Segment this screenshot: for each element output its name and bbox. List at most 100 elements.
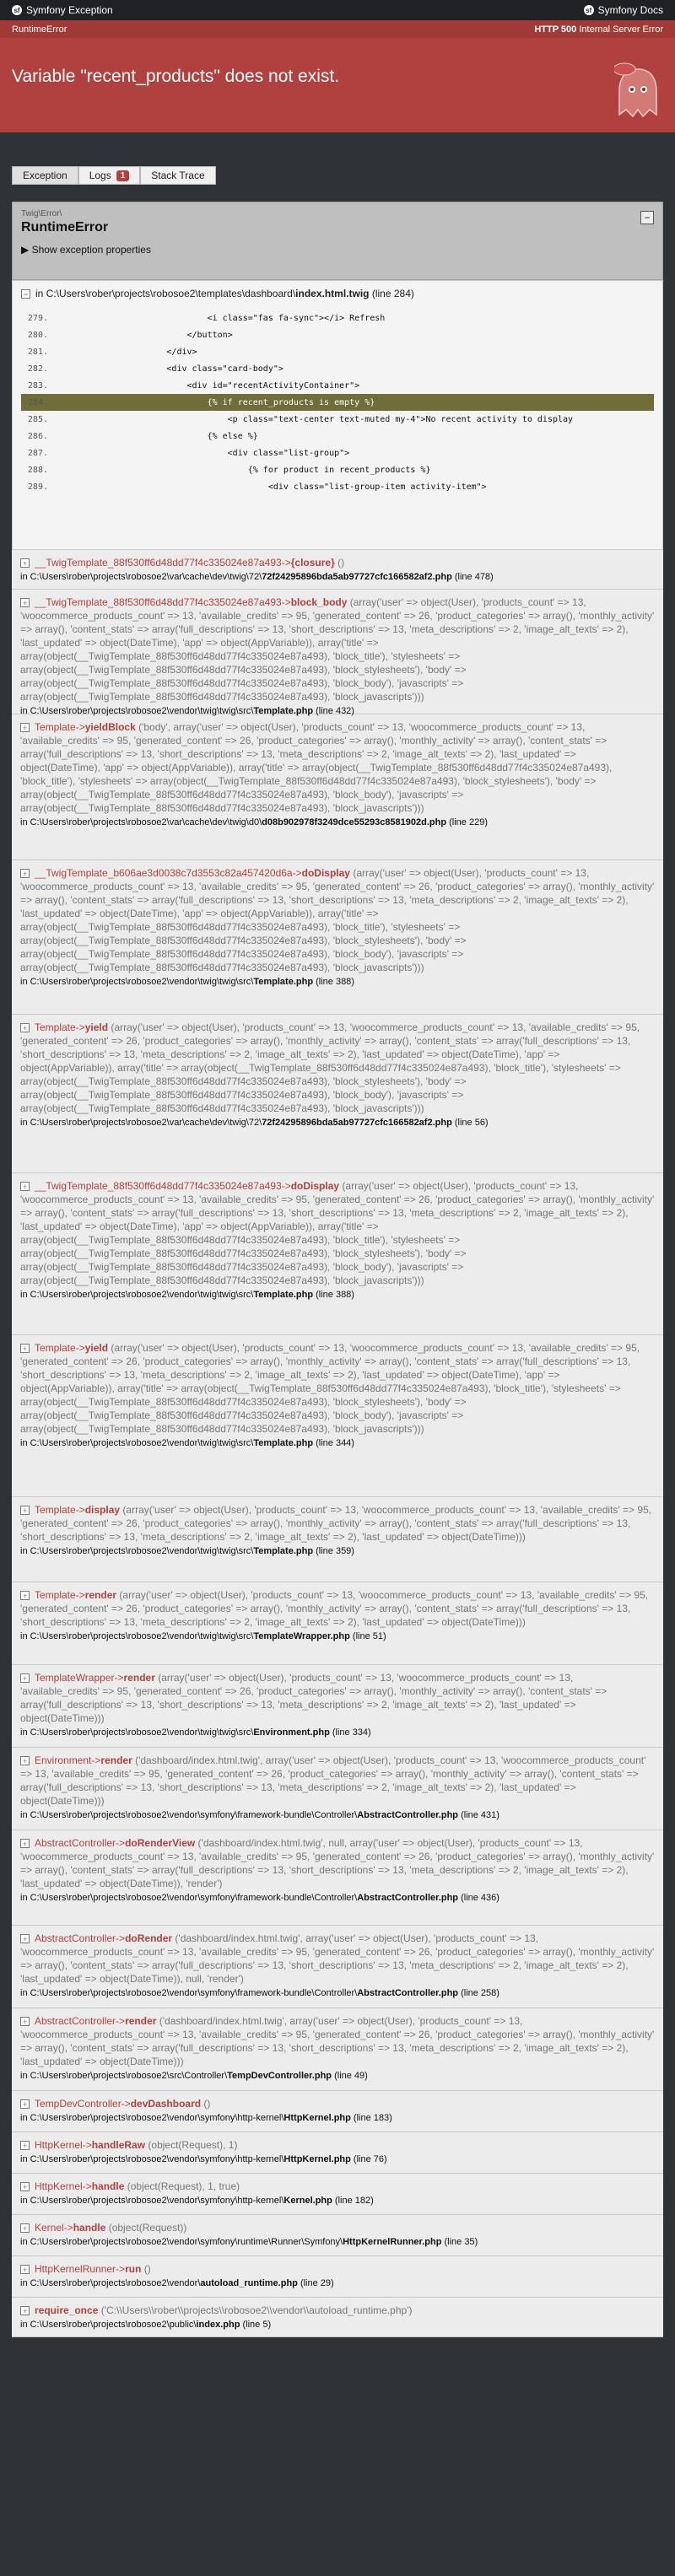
trace-entry[interactable]: + HttpKernelRunner->run () in C:\Users\rob… xyxy=(12,2256,663,2298)
trace-entry[interactable]: + HttpKernel->handle (object(Request), 1,… xyxy=(12,2174,663,2215)
tab-logs[interactable]: Logs 1 xyxy=(78,166,141,185)
trace-class: TempDevController xyxy=(35,2098,122,2110)
expand-icon[interactable]: + xyxy=(20,1506,30,1516)
expand-icon[interactable]: + xyxy=(20,558,30,569)
expand-icon[interactable]: + xyxy=(20,1756,30,1766)
trace-class: HttpKernel xyxy=(35,2139,83,2151)
code-line: 279. <i class="fas fa-sync"></i> Refresh xyxy=(21,310,654,326)
trace-entry[interactable]: + Template->yield (array('user' => object… xyxy=(12,1335,663,1497)
trace-arrow: -> xyxy=(75,1504,85,1516)
expand-icon[interactable]: + xyxy=(20,598,30,608)
trace-entry[interactable]: + AbstractController->doRender ('dashboar… xyxy=(12,1926,663,2008)
trace-args: () xyxy=(334,557,345,569)
collapse-toggle-icon[interactable]: − xyxy=(21,289,30,299)
trace-call: + __TwigTemplate_88f530ff6d48dd77f4c33502… xyxy=(20,556,655,569)
trace-path: in C:\Users\rober\projects\robosoe2\var\… xyxy=(20,817,262,827)
trace-arrow: -> xyxy=(75,1021,85,1033)
trace-path: in C:\Users\rober\projects\robosoe2\var\… xyxy=(20,1118,262,1128)
expand-icon[interactable]: + xyxy=(20,1673,30,1684)
expand-icon[interactable]: + xyxy=(20,723,30,733)
tab-stack-trace[interactable]: Stack Trace xyxy=(140,166,216,185)
docs-link[interactable]: sf Symfony Docs xyxy=(583,4,663,16)
trace-entry[interactable]: + Template->yield (array('user' => object… xyxy=(12,1015,663,1173)
trace-entry[interactable]: + __TwigTemplate_88f530ff6d48dd77f4c33502… xyxy=(12,590,663,716)
trace-location: in C:\Users\rober\projects\robosoe2\publ… xyxy=(20,2318,655,2331)
trace-path: in C:\Users\rober\projects\robosoe2\vend… xyxy=(20,2278,201,2288)
trace-file: d08b902978f3249dce55293c8581902d.php xyxy=(262,817,447,827)
trace-file: Template.php xyxy=(253,1546,314,1556)
trace-entry[interactable]: + TempDevController->devDashboard () in C:… xyxy=(12,2091,663,2132)
trace-location: in C:\Users\rober\projects\robosoe2\vend… xyxy=(20,2277,655,2290)
exception-namespace: Twig\Error\ xyxy=(21,209,62,218)
trace-args: (object(Request)) xyxy=(105,2222,187,2234)
trace-file: AbstractController.php xyxy=(357,1893,459,1903)
trace-entry[interactable]: + require_once ('C:\\Users\\rober\\projec… xyxy=(12,2298,663,2337)
trace-path: in C:\Users\rober\projects\robosoe2\vend… xyxy=(20,1546,254,1556)
expand-icon[interactable]: + xyxy=(20,2099,30,2110)
expand-icon[interactable]: + xyxy=(20,2182,30,2192)
line-number: 285. xyxy=(27,414,48,424)
show-properties-toggle[interactable]: ▶ Show exception properties xyxy=(21,244,654,256)
trace-entry[interactable]: + Environment->render ('dashboard/index.h… xyxy=(12,1748,663,1830)
expand-icon[interactable]: + xyxy=(20,1344,30,1354)
trace-entry[interactable]: + Template->render (array('user' => objec… xyxy=(12,1582,663,1665)
exception-header: RuntimeError HTTP 500 Internal Server Er… xyxy=(0,20,675,132)
trace-entry[interactable]: + Template->yieldBlock ('body', array('us… xyxy=(12,714,663,860)
trace-line: (line 76) xyxy=(350,2154,387,2164)
expand-icon[interactable]: + xyxy=(20,2265,30,2275)
trace-function: render xyxy=(123,1672,155,1684)
code-excerpt-title[interactable]: − in C:\Users\rober\projects\robosoe2\tem… xyxy=(21,288,654,299)
trace-line: (line 182) xyxy=(332,2196,374,2206)
trace-function: render xyxy=(125,2015,157,2027)
trace-entry[interactable]: + AbstractController->doRenderView ('dash… xyxy=(12,1830,663,1926)
trace-line: (line 51) xyxy=(349,1631,386,1641)
line-code: <i class="fas fa-sync"></i> Refresh xyxy=(65,313,386,323)
trace-location: in C:\Users\rober\projects\robosoe2\vend… xyxy=(20,1544,655,1558)
expand-icon[interactable]: + xyxy=(20,2141,30,2151)
line-code: </div> xyxy=(65,347,197,357)
expand-icon[interactable]: + xyxy=(20,1023,30,1033)
expand-icon[interactable]: + xyxy=(20,2223,30,2234)
trace-function: handle xyxy=(73,2222,106,2234)
expand-icon[interactable]: + xyxy=(20,869,30,879)
trace-path: in C:\Users\rober\projects\robosoe2\vend… xyxy=(20,2113,284,2123)
trace-entry[interactable]: + Template->display (array('user' => obje… xyxy=(12,1497,663,1582)
expand-icon[interactable]: + xyxy=(20,1839,30,1849)
trace-file: HttpKernelRunner.php xyxy=(343,2237,442,2247)
code-excerpt: − in C:\Users\rober\projects\robosoe2\tem… xyxy=(12,280,663,550)
collapse-icon[interactable]: − xyxy=(640,211,654,224)
tab-exception[interactable]: Exception xyxy=(12,166,78,185)
trace-entry[interactable]: + HttpKernel->handleRaw (object(Request),… xyxy=(12,2132,663,2174)
expand-icon[interactable]: + xyxy=(20,2017,30,2027)
trace-entry[interactable]: + __TwigTemplate_b606ae3d0038c7d3553c82a4… xyxy=(12,860,663,1015)
trace-path: in C:\Users\rober\projects\robosoe2\src\… xyxy=(20,2071,228,2081)
trace-file: Template.php xyxy=(253,1438,314,1448)
trace-entry[interactable]: + __TwigTemplate_88f530ff6d48dd77f4c33502… xyxy=(12,1173,663,1335)
trace-function: run xyxy=(125,2263,142,2275)
trace-line: (line 431) xyxy=(458,1810,500,1820)
trace-entry[interactable]: + AbstractController->render ('dashboard/… xyxy=(12,2008,663,2091)
trace-line: (line 183) xyxy=(350,2113,392,2123)
show-properties-label: Show exception properties xyxy=(31,244,151,256)
trace-call: + __TwigTemplate_88f530ff6d48dd77f4c33502… xyxy=(20,595,655,703)
trace-entry[interactable]: + TemplateWrapper->render (array('user' =… xyxy=(12,1665,663,1748)
trace-entry[interactable]: + __TwigTemplate_88f530ff6d48dd77f4c33502… xyxy=(12,550,663,590)
line-number: 288. xyxy=(27,465,48,475)
trace-path: in C:\Users\rober\projects\robosoe2\vend… xyxy=(20,977,254,987)
expand-icon[interactable]: + xyxy=(20,2306,30,2316)
trace-entry[interactable]: + Kernel->handle (object(Request)) in C:\U… xyxy=(12,2215,663,2256)
trace-function: block_body xyxy=(290,596,348,608)
exception-class-label: RuntimeError xyxy=(12,24,68,35)
line-number: 289. xyxy=(27,482,48,492)
expand-icon[interactable]: + xyxy=(20,1934,30,1944)
trace-function: display xyxy=(84,1504,121,1516)
code-lines: 279. <i class="fas fa-sync"></i> Refresh… xyxy=(21,310,654,495)
trace-line: (line 49) xyxy=(332,2071,368,2081)
trace-args: () xyxy=(201,2098,211,2110)
trace-function: render xyxy=(84,1589,117,1601)
trace-call: + TempDevController->devDashboard () xyxy=(20,2097,655,2110)
trace-location: in C:\Users\rober\projects\robosoe2\vend… xyxy=(20,975,655,989)
expand-icon[interactable]: + xyxy=(20,1182,30,1192)
trace-call: + AbstractController->render ('dashboard/… xyxy=(20,2014,655,2068)
expand-icon[interactable]: + xyxy=(20,1591,30,1601)
